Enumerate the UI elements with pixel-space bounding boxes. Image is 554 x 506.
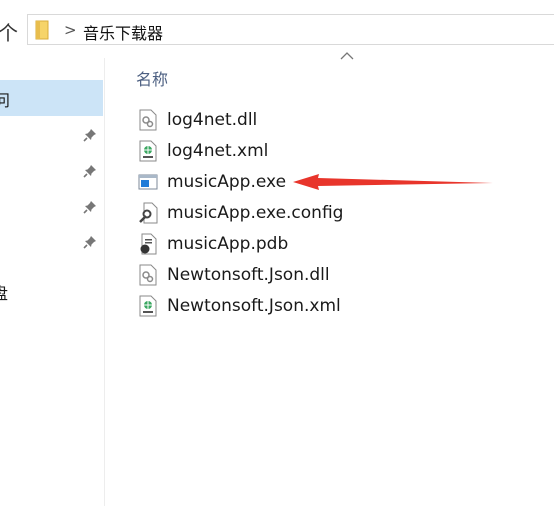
annotation-arrow: [293, 174, 493, 190]
